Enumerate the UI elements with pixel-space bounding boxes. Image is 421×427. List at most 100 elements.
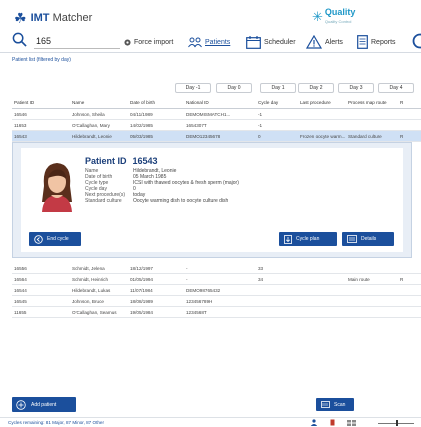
- table-cell: 14/02/1985: [130, 122, 153, 128]
- table-cell: 34: [258, 276, 264, 282]
- table-cell: Schmidt, Jelena: [72, 265, 105, 271]
- patient-fields: Name Hildebrandt, Leonie Date of birth 05 …: [85, 168, 333, 204]
- status-bar: Cycles remaining: 81 Major, 87 Minor, 87…: [0, 417, 421, 427]
- scheduler-button[interactable]: Scheduler: [246, 34, 296, 50]
- search-icon[interactable]: [12, 32, 27, 47]
- zoom-slider-handle[interactable]: [396, 420, 398, 426]
- table-row[interactable]: 16564 Schmidt, Heinrich 01/05/1994 - 34 Main …: [12, 274, 421, 285]
- alerts-icon: [306, 35, 322, 49]
- add-patient-button[interactable]: Add patient: [12, 397, 76, 412]
- grid-view-icon[interactable]: [347, 419, 356, 426]
- quality-icon: ✳: [312, 9, 323, 24]
- table-cell: Schmidt, Heinrich: [72, 276, 108, 282]
- day-button[interactable]: Day 1: [260, 83, 296, 93]
- cycle-plan-button[interactable]: Cycle plan: [279, 232, 337, 246]
- quality-title: Quality Quality Control: [325, 8, 356, 26]
- patients-icon: [188, 37, 202, 47]
- table-cell: Frozen oocyte warm...: [300, 133, 346, 139]
- table-cell: 19/05/1984: [130, 309, 153, 315]
- day-button[interactable]: Day 3: [338, 83, 374, 93]
- status-icons: [310, 419, 356, 426]
- end-cycle-button[interactable]: End cycle: [29, 232, 81, 246]
- quality-subtitle: Quality Control: [324, 19, 352, 24]
- cycle-plan-icon: [284, 234, 292, 244]
- column-header[interactable]: Patient ID: [12, 100, 70, 105]
- table-row[interactable]: 16546 Johnson, Sheila 04/11/1989 DEMOMISMAT…: [12, 109, 421, 120]
- scheduler-label: Scheduler: [264, 38, 296, 46]
- day-button[interactable]: Day 2: [298, 83, 334, 93]
- table-cell: 16545: [14, 298, 27, 304]
- table-cell: 16544: [14, 287, 27, 293]
- quality-title-text: Quality: [324, 7, 356, 17]
- app-window: ☘ IMT Matcher ✳ Quality Quality Control F…: [0, 0, 421, 427]
- table-cell: Johnson, Sheila: [72, 111, 105, 117]
- alerts-button[interactable]: Alerts: [306, 34, 343, 50]
- table-body-bottom: 16556 Schmidt, Jelena 18/12/1997 - 33 16564 Sc…: [12, 263, 421, 318]
- details-label: Details: [361, 236, 377, 242]
- column-header[interactable]: Process map route: [346, 100, 398, 105]
- table-cell: Standard culture: [348, 133, 382, 139]
- table-cell: Hildebrandt, Leonie: [72, 133, 112, 139]
- app-title-bold: IMT: [30, 12, 50, 24]
- column-header[interactable]: R: [398, 100, 421, 105]
- reports-button[interactable]: Reports: [357, 34, 396, 50]
- alerts-label: Alerts: [325, 38, 343, 46]
- day-button[interactable]: Day 0: [216, 83, 252, 93]
- patients-button[interactable]: Patients: [188, 34, 230, 50]
- table-row-selected[interactable]: 16543 Hildebrandt, Leonie 05/03/1985 DEMO12…: [12, 131, 421, 142]
- table-cell: R: [400, 133, 404, 139]
- app-logo: ☘ IMT Matcher: [14, 9, 92, 27]
- table-row[interactable]: 16544 Hildebrandt, Lukas 11/07/1984 DEMO987…: [12, 285, 421, 296]
- column-header[interactable]: National ID: [184, 100, 256, 105]
- add-patient-label: Add patient: [31, 401, 57, 408]
- table-cell: 1234568T: [186, 309, 207, 315]
- scan-button[interactable]: Scan: [316, 398, 354, 411]
- day-button[interactable]: Day 4: [378, 83, 414, 93]
- table-cell: 16546: [14, 111, 27, 117]
- reports-icon: [357, 35, 368, 49]
- patient-table: Patient ID Name Date of birth National I…: [12, 97, 421, 142]
- table-cell: 11/07/1984: [130, 287, 153, 293]
- table-cell: DEMO12345678: [186, 133, 221, 139]
- app-title: IMT Matcher: [31, 12, 93, 24]
- table-cell: Main route: [348, 276, 370, 282]
- force-import-button[interactable]: Force import: [124, 34, 173, 50]
- scan-label: Scan: [334, 401, 346, 408]
- add-patient-icon: [16, 399, 26, 410]
- table-row[interactable]: 16545 Johnson, Bruce 18/08/1989 123456789H: [12, 296, 421, 307]
- table-cell: R: [400, 276, 404, 282]
- table-cell: O'Callaghan, Mary: [72, 122, 110, 128]
- table-cell: 16564: [14, 276, 27, 282]
- details-icon: [347, 235, 357, 243]
- reports-label: Reports: [371, 38, 396, 46]
- search-input[interactable]: [34, 33, 120, 49]
- user-status-icon[interactable]: [310, 419, 318, 426]
- column-header[interactable]: Last procedure: [298, 100, 346, 105]
- column-header[interactable]: Date of birth: [128, 100, 184, 105]
- table-cell: 0: [258, 133, 261, 139]
- table-cell: 33: [258, 265, 264, 271]
- table-cell: DEMO98765432: [186, 287, 221, 293]
- column-header[interactable]: Name: [70, 100, 128, 105]
- settings-icon[interactable]: [411, 33, 421, 49]
- end-cycle-label: End cycle: [47, 236, 69, 242]
- table-row[interactable]: 11653 O'Callaghan, Mary 14/02/1985 1654307T…: [12, 120, 421, 131]
- table-cell: 18/08/1989: [130, 298, 153, 304]
- details-button[interactable]: Details: [342, 232, 394, 246]
- patient-title-label: Patient ID: [85, 156, 127, 166]
- table-cell: O'Callaghan, Seamus: [72, 309, 117, 315]
- table-cell: 1654307T: [186, 122, 207, 128]
- scheduler-icon: [246, 35, 261, 49]
- table-cell: -: [186, 265, 188, 271]
- column-header[interactable]: Cycle day: [256, 100, 298, 105]
- table-cell: -1: [258, 111, 263, 117]
- patient-avatar: [39, 158, 75, 212]
- table-body-top: 16546 Johnson, Sheila 04/11/1989 DEMOMISMAT…: [12, 109, 421, 142]
- table-cell: 123456789H: [186, 298, 213, 304]
- cycle-plan-label: Cycle plan: [296, 236, 320, 242]
- logo-icon: ☘: [14, 10, 27, 26]
- force-import-icon: [124, 38, 131, 46]
- day-button[interactable]: Day -1: [175, 83, 211, 93]
- table-row[interactable]: 11655 O'Callaghan, Seamus 19/05/1984 123456…: [12, 307, 421, 318]
- table-row[interactable]: 16556 Schmidt, Jelena 18/12/1997 - 33: [12, 263, 421, 274]
